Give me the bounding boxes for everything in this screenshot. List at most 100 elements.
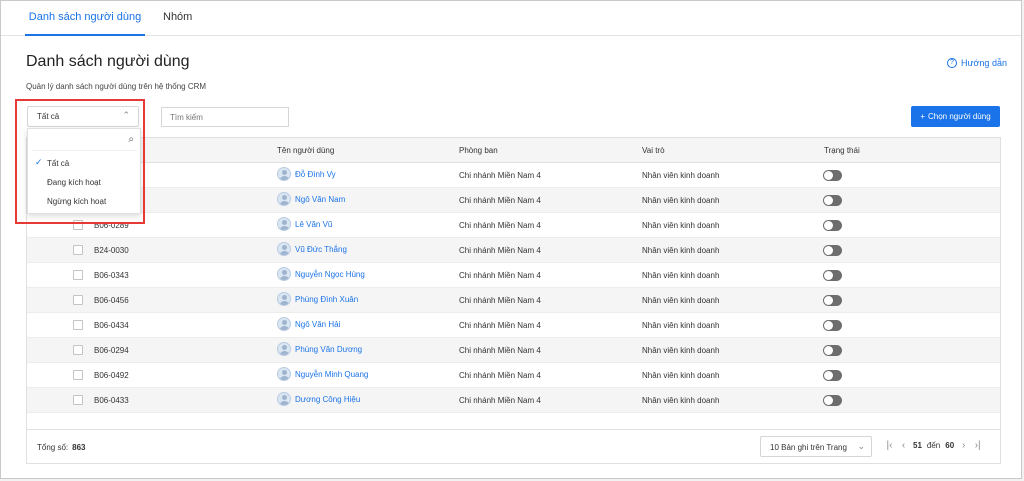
status-toggle[interactable] — [823, 195, 842, 206]
row-name[interactable]: Dương Công Hiệu — [277, 392, 360, 406]
avatar — [277, 192, 291, 206]
choose-user-label: Chọn người dùng — [928, 112, 991, 121]
row-department: Chi nhánh Miền Nam 4 — [459, 396, 541, 405]
help-link[interactable]: ? Hướng dẫn — [947, 58, 1007, 68]
table-row[interactable]: B06-0294 Phùng Văn Dương Chi nhánh Miền Na… — [27, 338, 1000, 363]
avatar — [277, 342, 291, 356]
row-name[interactable]: Nguyễn Minh Quang — [277, 367, 368, 381]
table-row[interactable]: Ngô Văn Nam Chi nhánh Miền Nam 4 Nhân viên… — [27, 188, 1000, 213]
row-checkbox[interactable] — [73, 370, 83, 380]
pagination: |‹ ‹ 51 đến 60 › ›| — [885, 440, 982, 451]
table-row[interactable]: B06-0289 Lê Văn Vũ Chi nhánh Miền Nam 4 Nhâ… — [27, 213, 1000, 238]
row-name[interactable]: Nguyễn Ngọc Hùng — [277, 267, 365, 281]
row-role: Nhân viên kinh doanh — [642, 196, 720, 205]
row-checkbox[interactable] — [73, 395, 83, 405]
search-input[interactable] — [161, 107, 289, 127]
row-code: B06-0434 — [94, 321, 129, 330]
tab-bar: Danh sách người dùng Nhóm — [1, 1, 1021, 36]
prev-page-icon[interactable]: ‹ — [899, 440, 908, 451]
table-header: ng Tên người dùng Phòng ban Vai trò Trạn… — [27, 138, 1000, 163]
tab-groups[interactable]: Nhóm — [163, 1, 192, 36]
row-code: B06-0433 — [94, 396, 129, 405]
table-row[interactable]: Đỗ Đình Vy Chi nhánh Miền Nam 4 Nhân viên … — [27, 163, 1000, 188]
row-name[interactable]: Ngô Văn Hải — [277, 317, 340, 331]
range-from: 51 — [913, 441, 922, 450]
row-name-label: Nguyễn Minh Quang — [295, 369, 369, 379]
avatar — [277, 367, 291, 381]
row-code: B06-0492 — [94, 371, 129, 380]
row-name[interactable]: Vũ Đức Thắng — [277, 242, 347, 256]
help-label: Hướng dẫn — [961, 58, 1007, 68]
row-role: Nhân viên kinh doanh — [642, 296, 720, 305]
row-name[interactable]: Phùng Đình Xuân — [277, 292, 358, 306]
status-toggle[interactable] — [823, 295, 842, 306]
question-circle-icon: ? — [947, 58, 957, 68]
row-code: B06-0343 — [94, 271, 129, 280]
row-name[interactable]: Lê Văn Vũ — [277, 217, 332, 231]
choose-user-button[interactable]: + Chọn người dùng — [911, 106, 1000, 127]
row-name[interactable]: Phùng Văn Dương — [277, 342, 362, 356]
status-toggle[interactable] — [823, 245, 842, 256]
row-checkbox[interactable] — [73, 295, 83, 305]
row-department: Chi nhánh Miền Nam 4 — [459, 196, 541, 205]
row-name-label: Nguyễn Ngọc Hùng — [295, 269, 365, 279]
row-name-label: Ngô Văn Nam — [295, 194, 346, 204]
col-header-name[interactable]: Tên người dùng — [277, 146, 334, 155]
row-role: Nhân viên kinh doanh — [642, 271, 720, 280]
row-name-label: Ngô Văn Hải — [295, 319, 341, 329]
row-department: Chi nhánh Miền Nam 4 — [459, 371, 541, 380]
row-checkbox[interactable] — [73, 245, 83, 255]
users-table: ng Tên người dùng Phòng ban Vai trò Trạn… — [26, 137, 1001, 464]
table-row[interactable]: B24-0030 Vũ Đức Thắng Chi nhánh Miền Nam 4… — [27, 238, 1000, 263]
row-department: Chi nhánh Miền Nam 4 — [459, 221, 541, 230]
table-row[interactable]: B06-0433 Dương Công Hiệu Chi nhánh Miền Na… — [27, 388, 1000, 413]
table-row[interactable]: B06-0492 Nguyễn Minh Quang Chi nhánh Miền … — [27, 363, 1000, 388]
avatar — [277, 167, 291, 181]
row-department: Chi nhánh Miền Nam 4 — [459, 246, 541, 255]
row-role: Nhân viên kinh doanh — [642, 346, 720, 355]
page-size-select[interactable]: 10 Bản ghi trên Trang ⌄ — [760, 436, 872, 457]
table-row[interactable]: B06-0456 Phùng Đình Xuân Chi nhánh Miền Na… — [27, 288, 1000, 313]
col-header-status[interactable]: Trạng thái — [824, 146, 860, 155]
highlight-box — [15, 99, 145, 224]
row-department: Chi nhánh Miền Nam 4 — [459, 296, 541, 305]
row-name[interactable]: Ngô Văn Nam — [277, 192, 345, 206]
row-name-label: Dương Công Hiệu — [295, 394, 361, 404]
row-name-label: Lê Văn Vũ — [295, 219, 333, 229]
range-sep: đến — [926, 441, 941, 450]
table-row[interactable]: B06-0434 Ngô Văn Hải Chi nhánh Miền Nam 4 N… — [27, 313, 1000, 338]
row-department: Chi nhánh Miền Nam 4 — [459, 346, 541, 355]
row-name-label: Phùng Văn Dương — [295, 344, 363, 354]
row-role: Nhân viên kinh doanh — [642, 246, 720, 255]
col-header-department[interactable]: Phòng ban — [459, 146, 498, 155]
row-name[interactable]: Đỗ Đình Vy — [277, 167, 336, 181]
app-window: Danh sách người dùng Nhóm Danh sách ngườ… — [0, 0, 1022, 479]
status-toggle[interactable] — [823, 395, 842, 406]
avatar — [277, 317, 291, 331]
row-role: Nhân viên kinh doanh — [642, 396, 720, 405]
table-row[interactable]: B06-0343 Nguyễn Ngọc Hùng Chi nhánh Miền N… — [27, 263, 1000, 288]
first-page-icon[interactable]: |‹ — [885, 440, 894, 451]
status-toggle[interactable] — [823, 345, 842, 356]
next-page-icon[interactable]: › — [959, 440, 968, 451]
tab-users[interactable]: Danh sách người dùng — [25, 1, 145, 36]
avatar — [277, 217, 291, 231]
page-title: Danh sách người dùng — [26, 53, 190, 70]
status-toggle[interactable] — [823, 370, 842, 381]
col-header-role[interactable]: Vai trò — [642, 146, 665, 155]
row-role: Nhân viên kinh doanh — [642, 221, 720, 230]
row-checkbox[interactable] — [73, 320, 83, 330]
status-toggle[interactable] — [823, 220, 842, 231]
last-page-icon[interactable]: ›| — [973, 440, 982, 451]
page-size-label: 10 Bản ghi trên Trang — [770, 443, 847, 452]
row-code: B06-0456 — [94, 296, 129, 305]
avatar — [277, 267, 291, 281]
status-toggle[interactable] — [823, 170, 842, 181]
row-checkbox[interactable] — [73, 345, 83, 355]
row-role: Nhân viên kinh doanh — [642, 321, 720, 330]
row-name-label: Đỗ Đình Vy — [295, 169, 336, 179]
status-toggle[interactable] — [823, 270, 842, 281]
row-checkbox[interactable] — [73, 270, 83, 280]
row-name-label: Vũ Đức Thắng — [295, 244, 347, 254]
status-toggle[interactable] — [823, 320, 842, 331]
